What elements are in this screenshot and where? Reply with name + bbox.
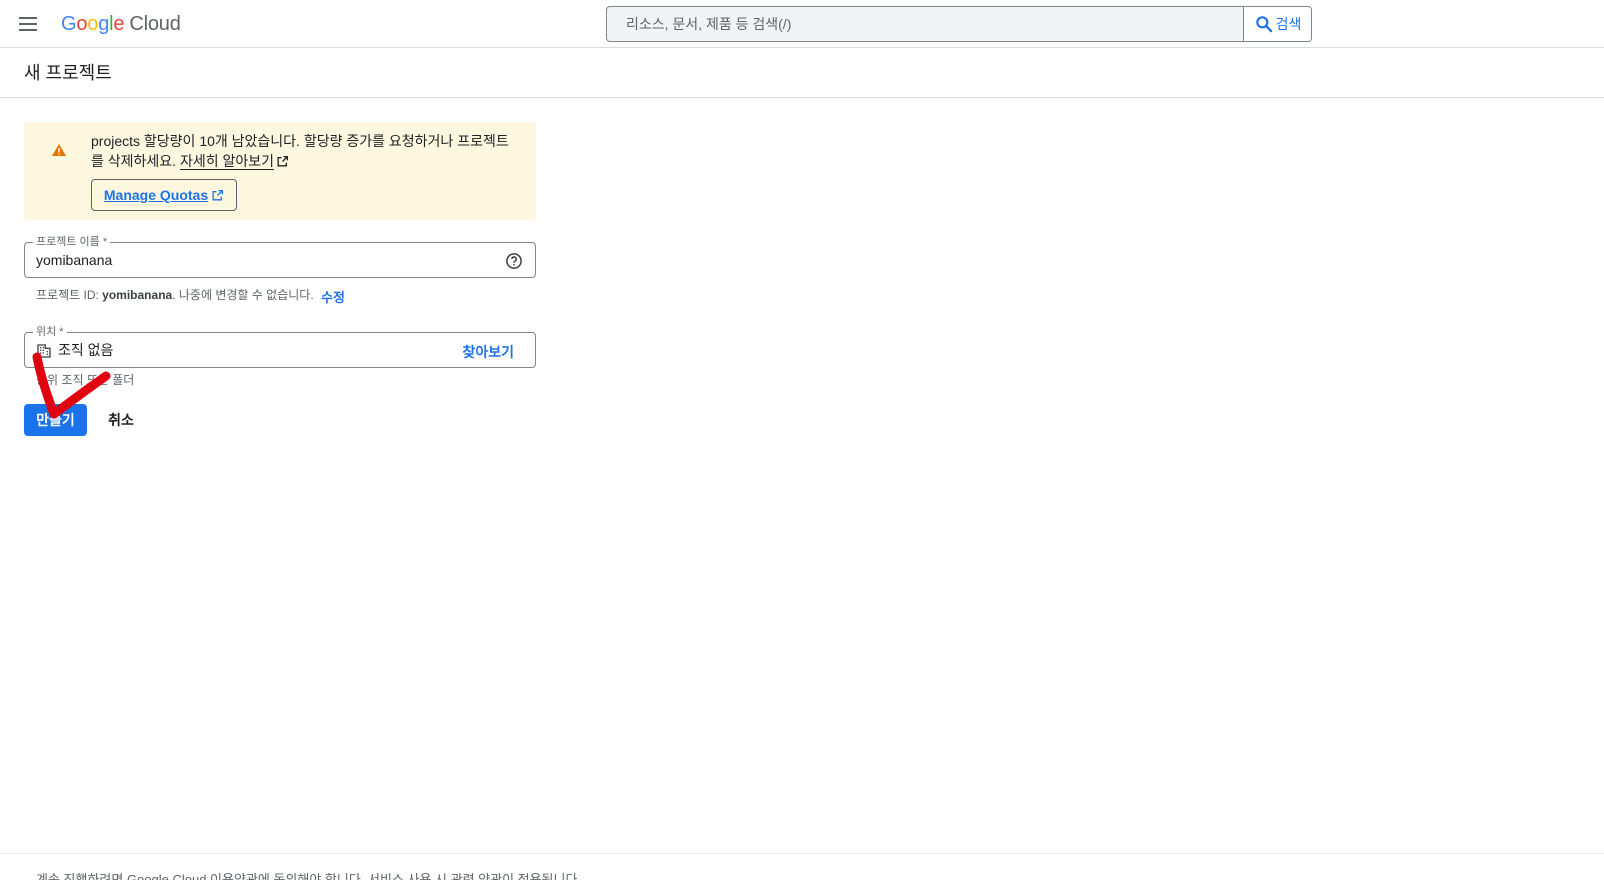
google-letter-6: e	[113, 13, 125, 35]
quota-warning-message: projects 할당량이 10개 남았습니다. 할당량 증가를 요청하거나 프…	[91, 133, 509, 169]
search-bar: 검색	[606, 6, 1312, 42]
warning-icon	[52, 144, 66, 156]
project-name-label: 프로젝트 이름 *	[33, 235, 111, 249]
search-icon	[1255, 16, 1272, 33]
project-id-suffix: . 나중에 변경할 수 없습니다.	[172, 288, 314, 302]
project-id-hint: 프로젝트 ID: yomibanana. 나중에 변경할 수 없습니다.	[36, 287, 314, 303]
page-title: 새 프로젝트	[24, 63, 112, 83]
edit-project-id-link[interactable]: 수정	[321, 287, 345, 306]
create-button[interactable]: 만들기	[24, 404, 87, 436]
learn-more-link[interactable]: 자세히 알아보기	[179, 153, 275, 170]
learn-more-label: 자세히 알아보기	[179, 153, 275, 169]
search-button[interactable]: 검색	[1243, 6, 1312, 42]
manage-quotas-label: Manage Quotas	[103, 187, 209, 203]
cancel-button[interactable]: 취소	[97, 404, 145, 436]
page-header: 새 프로젝트	[0, 48, 1604, 98]
quota-warning-text: projects 할당량이 10개 남았습니다. 할당량 증가를 요청하거나 프…	[91, 131, 521, 171]
footer-terms-text: 계속 진행하려면 Google Cloud 이용약관에 동의해야 합니다. 서비…	[36, 872, 582, 880]
location-label: 위치 *	[33, 325, 67, 339]
google-letter-3: o	[87, 13, 99, 35]
project-name-field[interactable]: 프로젝트 이름 * yomibanana	[24, 235, 536, 278]
google-letter-4: g	[98, 13, 110, 35]
external-link-icon	[212, 189, 224, 200]
google-letter-1: G	[61, 13, 77, 35]
cloud-wordmark: Cloud	[129, 13, 181, 35]
project-name-value[interactable]: yomibanana	[36, 252, 112, 268]
google-letter-2: o	[76, 13, 88, 35]
manage-quotas-button[interactable]: Manage Quotas	[91, 179, 237, 211]
google-cloud-logo[interactable]: Google Cloud	[61, 11, 181, 37]
external-link-icon	[277, 155, 289, 167]
quota-warning-banner: projects 할당량이 10개 남았습니다. 할당량 증가를 요청하거나 프…	[24, 122, 536, 220]
search-input[interactable]	[606, 6, 1243, 42]
top-app-bar: GoogleCloud 검색	[0, 0, 1604, 48]
footer-divider	[0, 853, 1604, 854]
location-field[interactable]: 위치 * 조직 없음 찾아보기	[24, 325, 536, 368]
hamburger-menu-icon[interactable]	[16, 12, 40, 36]
building-icon	[37, 344, 51, 358]
project-id-value: yomibanana	[102, 288, 173, 302]
browse-location-button[interactable]: 찾아보기	[462, 342, 514, 362]
location-hint: 상위 조직 또는 폴더	[36, 373, 135, 387]
location-value: 조직 없음	[58, 342, 114, 358]
google-wordmark: Google	[61, 13, 125, 35]
help-circle-icon[interactable]	[505, 252, 523, 270]
search-button-label: 검색	[1275, 16, 1302, 32]
project-id-prefix: 프로젝트 ID:	[36, 288, 103, 302]
